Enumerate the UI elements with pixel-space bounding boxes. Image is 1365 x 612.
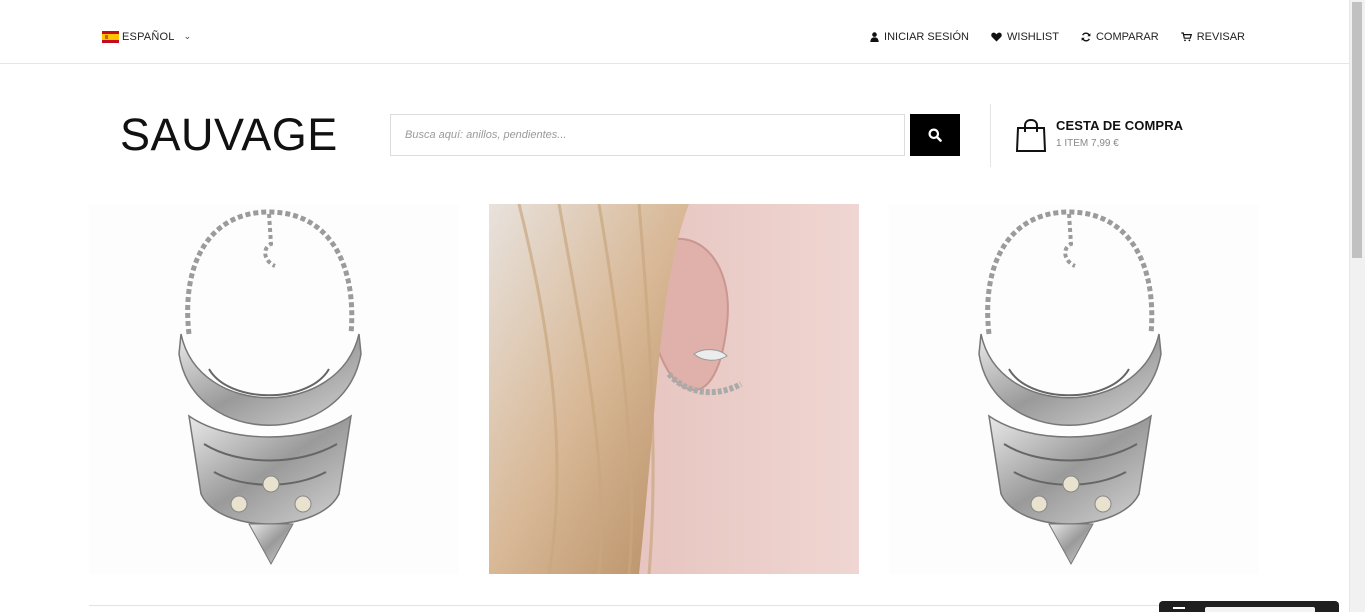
search-button[interactable] bbox=[910, 114, 960, 156]
cart-title: CESTA DE COMPRA bbox=[1056, 118, 1184, 133]
heart-icon bbox=[991, 32, 1002, 42]
ear-earring-photo bbox=[489, 204, 859, 574]
refresh-icon bbox=[1081, 32, 1091, 42]
scrollbar[interactable] bbox=[1349, 0, 1365, 612]
checkout-label: REVISAR bbox=[1196, 31, 1245, 43]
necklace-image bbox=[178, 209, 362, 566]
product-necklace-image[interactable] bbox=[889, 204, 1259, 574]
account-links: INICIAR SESIÓN WISHLIST COMPARAR REVISAR bbox=[870, 31, 1245, 43]
site-logo[interactable]: SAUVAGE bbox=[120, 110, 338, 160]
login-link[interactable]: INICIAR SESIÓN bbox=[870, 31, 969, 43]
compare-link[interactable]: COMPARAR bbox=[1081, 31, 1159, 43]
product-banner-row bbox=[89, 204, 1259, 574]
cart-icon bbox=[1181, 32, 1192, 42]
necklace-image bbox=[978, 209, 1162, 566]
cart-summary: 1 ITEM 7,99 € bbox=[1056, 138, 1119, 149]
search-box bbox=[390, 114, 905, 156]
user-icon bbox=[870, 32, 879, 42]
scrollbar-thumb[interactable] bbox=[1352, 2, 1362, 258]
chat-widget-tab[interactable] bbox=[1159, 601, 1339, 612]
login-label: INICIAR SESIÓN bbox=[884, 31, 969, 43]
language-label: ESPAÑOL bbox=[122, 31, 175, 43]
language-selector[interactable]: ESPAÑOL ⌄ bbox=[102, 31, 191, 43]
product-earring-image[interactable] bbox=[489, 204, 859, 574]
chevron-down-icon: ⌄ bbox=[183, 30, 192, 41]
shopping-cart[interactable]: CESTA DE COMPRA 1 ITEM 7,99 € bbox=[1016, 119, 1183, 153]
compare-label: COMPARAR bbox=[1095, 31, 1159, 43]
wishlist-label: WISHLIST bbox=[1007, 31, 1059, 43]
checkout-link[interactable]: REVISAR bbox=[1181, 31, 1245, 43]
search-input[interactable] bbox=[391, 115, 904, 155]
wishlist-link[interactable]: WISHLIST bbox=[991, 31, 1059, 43]
search-icon bbox=[928, 128, 942, 142]
shopping-bag-icon bbox=[1016, 119, 1046, 152]
spain-flag-icon bbox=[102, 31, 119, 43]
top-bar: ESPAÑOL ⌄ INICIAR SESIÓN WISHLIST COMPAR… bbox=[0, 0, 1349, 64]
section-divider bbox=[89, 605, 1259, 606]
product-necklace-image[interactable] bbox=[89, 204, 459, 574]
header-divider bbox=[990, 104, 991, 167]
